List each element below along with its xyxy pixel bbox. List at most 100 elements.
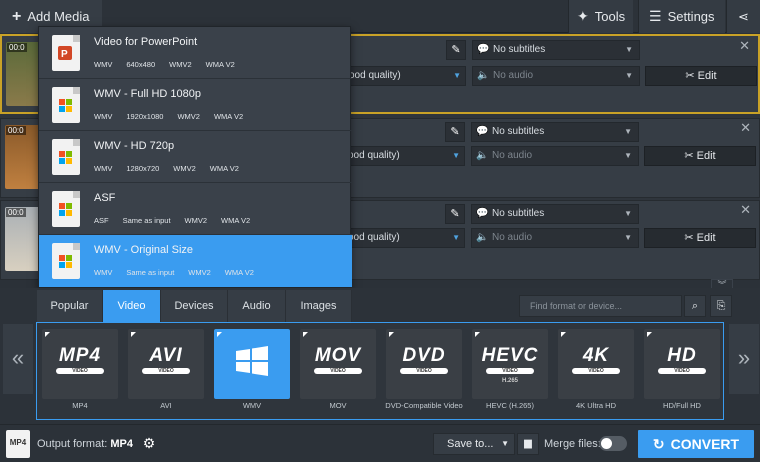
quality-select[interactable]: ood quality) ▼ xyxy=(345,228,465,248)
svg-text:P: P xyxy=(61,49,68,60)
edit-button[interactable]: ✂ Edit xyxy=(645,66,757,86)
format-hevc[interactable]: HEVC VIDEO H.265 xyxy=(472,329,548,399)
preset-name: WMV - Full HD 1080p xyxy=(94,88,201,100)
chevron-down-icon: ▼ xyxy=(501,439,509,448)
format-4k[interactable]: 4K VIDEO xyxy=(558,329,634,399)
format-label: HD/Full HD xyxy=(663,401,701,410)
chevron-down-icon: ▼ xyxy=(624,151,632,160)
edit-label: Edit xyxy=(696,150,716,162)
format-hd[interactable]: HD VIDEO xyxy=(644,329,720,399)
tools-button[interactable]: ✦ Tools xyxy=(568,0,633,33)
close-icon[interactable]: ✕ xyxy=(740,202,751,218)
chevron-right-icon: » xyxy=(737,345,751,370)
close-icon[interactable]: ✕ xyxy=(740,120,751,136)
audio-dropdown[interactable]: 🔈 No audio ▼ xyxy=(472,66,640,86)
speaker-icon: 🔈 xyxy=(476,150,489,161)
format-label: MP4 xyxy=(72,401,88,410)
format-settings-button[interactable]: ⚙ xyxy=(139,433,159,453)
share-icon: ⋖ xyxy=(738,8,749,24)
format-grid: MP4 VIDEO MP4 AVI VIDEO AVI WMV MOV VIDEO M… xyxy=(36,322,724,420)
audio-dropdown[interactable]: 🔈 No audio ▼ xyxy=(471,146,639,166)
edit-button[interactable]: ✂ Edit xyxy=(644,228,756,248)
quality-select[interactable]: ood quality) ▼ xyxy=(346,66,466,86)
preset-item[interactable]: ASF ASF Same as input WMV2 WMA V2 xyxy=(39,183,352,235)
chevron-left-icon: « xyxy=(11,345,25,370)
settings-button[interactable]: ☰ Settings xyxy=(638,0,725,33)
menu-icon: ☰ xyxy=(649,8,662,24)
format-label: 4K Ultra HD xyxy=(575,401,616,410)
edit-label: Edit xyxy=(697,70,717,82)
duration-label: 00:0 xyxy=(7,43,27,52)
scroll-left-button[interactable]: « xyxy=(3,324,33,394)
chevron-down-icon: ▼ xyxy=(452,151,460,160)
format-wmv[interactable] xyxy=(214,329,290,399)
edit-button[interactable]: ✂ Edit xyxy=(644,146,756,166)
quality-select[interactable]: ood quality) ▼ xyxy=(345,146,465,166)
format-mp4[interactable]: MP4 VIDEO xyxy=(42,329,118,399)
scissors-icon: ✂ xyxy=(684,232,694,244)
preset-item[interactable]: WMV - HD 720p WMV 1280x720 WMV2 WMA V2 xyxy=(39,131,352,183)
add-media-label: Add Media xyxy=(27,9,90,24)
close-icon[interactable]: ✕ xyxy=(739,38,750,54)
format-label: HEVC (H.265) xyxy=(486,401,534,410)
speaker-icon: 🔈 xyxy=(477,70,490,81)
convert-button[interactable]: ↻ CONVERT xyxy=(638,430,754,458)
audio-value: No audio xyxy=(493,70,534,81)
convert-label: CONVERT xyxy=(670,436,740,452)
tab-images[interactable]: Images xyxy=(286,290,352,322)
duration-label: 00:0 xyxy=(6,126,26,135)
search-button[interactable]: ⌕ xyxy=(684,295,706,317)
pencil-icon: ✎ xyxy=(450,208,460,220)
windows-flag-icon xyxy=(52,139,80,175)
subtitles-dropdown[interactable]: 💬 No subtitles ▼ xyxy=(471,204,639,224)
chevron-down-icon: ▼ xyxy=(624,209,632,218)
windows-flag-icon xyxy=(52,191,80,227)
tab-popular[interactable]: Popular xyxy=(37,290,103,322)
merge-files-toggle[interactable] xyxy=(599,436,627,451)
tab-devices[interactable]: Devices xyxy=(161,290,228,322)
speech-bubble-icon: 💬 xyxy=(476,126,489,137)
preset-specs: ASF Same as input WMV2 WMA V2 xyxy=(94,216,251,225)
device-detect-button[interactable]: ⎘ xyxy=(710,295,732,317)
pencil-icon: ✎ xyxy=(450,126,460,138)
preset-item[interactable]: WMV - Full HD 1080p WMV 1920x1080 WMV2 WMA … xyxy=(39,79,352,131)
search-icon: ⌕ xyxy=(691,300,699,312)
preset-specs: WMV Same as input WMV2 WMA V2 xyxy=(94,268,254,277)
folder-icon: ▆ xyxy=(524,438,532,449)
output-format-icon: MP4 xyxy=(6,430,30,458)
powerpoint-icon: P xyxy=(52,35,80,71)
edit-title-button[interactable]: ✎ xyxy=(445,204,465,224)
preset-name: WMV - Original Size xyxy=(94,244,194,256)
subtitles-dropdown[interactable]: 💬 No subtitles ▼ xyxy=(471,122,639,142)
tab-video[interactable]: Video xyxy=(103,290,161,322)
merge-files-label: Merge files: xyxy=(544,438,601,450)
scissors-icon: ✂ xyxy=(684,150,694,162)
tab-audio[interactable]: Audio xyxy=(228,290,286,322)
chevron-down-icon: ▼ xyxy=(624,127,632,136)
plus-icon: + xyxy=(12,7,22,25)
edit-title-button[interactable]: ✎ xyxy=(446,40,466,60)
format-avi[interactable]: AVI VIDEO xyxy=(128,329,204,399)
preset-item[interactable]: P Video for PowerPoint WMV 640x480 WMV2 WMA… xyxy=(39,27,352,79)
subtitles-dropdown[interactable]: 💬 No subtitles ▼ xyxy=(472,40,640,60)
subtitles-value: No subtitles xyxy=(493,44,546,55)
audio-dropdown[interactable]: 🔈 No audio ▼ xyxy=(471,228,639,248)
preset-specs: WMV 1280x720 WMV2 WMA V2 xyxy=(94,164,239,173)
chevron-down-icon: ▼ xyxy=(452,233,460,242)
preset-specs: WMV 640x480 WMV2 WMA V2 xyxy=(94,60,235,69)
scroll-right-button[interactable]: » xyxy=(729,324,759,394)
preset-specs: WMV 1920x1080 WMV2 WMA V2 xyxy=(94,112,244,121)
preset-item-selected[interactable]: WMV - Original Size WMV Same as input WMV2… xyxy=(39,235,352,287)
open-folder-button[interactable]: ▆ xyxy=(517,433,539,455)
edit-title-button[interactable]: ✎ xyxy=(445,122,465,142)
quality-value: ood quality) xyxy=(349,70,401,81)
share-button[interactable]: ⋖ xyxy=(726,0,760,33)
save-to-dropdown[interactable]: Save to... ▼ xyxy=(433,433,515,455)
format-search-input[interactable]: Find format or device... xyxy=(519,295,682,317)
preset-name: WMV - HD 720p xyxy=(94,140,175,152)
bottom-bar: MP4 Output format: MP4 ⚙ Save to... ▼ ▆ M… xyxy=(0,424,760,462)
format-label: DVD-Compatible Video xyxy=(385,401,463,410)
format-dvd[interactable]: DVD VIDEO xyxy=(386,329,462,399)
format-mov[interactable]: MOV VIDEO xyxy=(300,329,376,399)
chevron-down-icon: ▼ xyxy=(624,233,632,242)
